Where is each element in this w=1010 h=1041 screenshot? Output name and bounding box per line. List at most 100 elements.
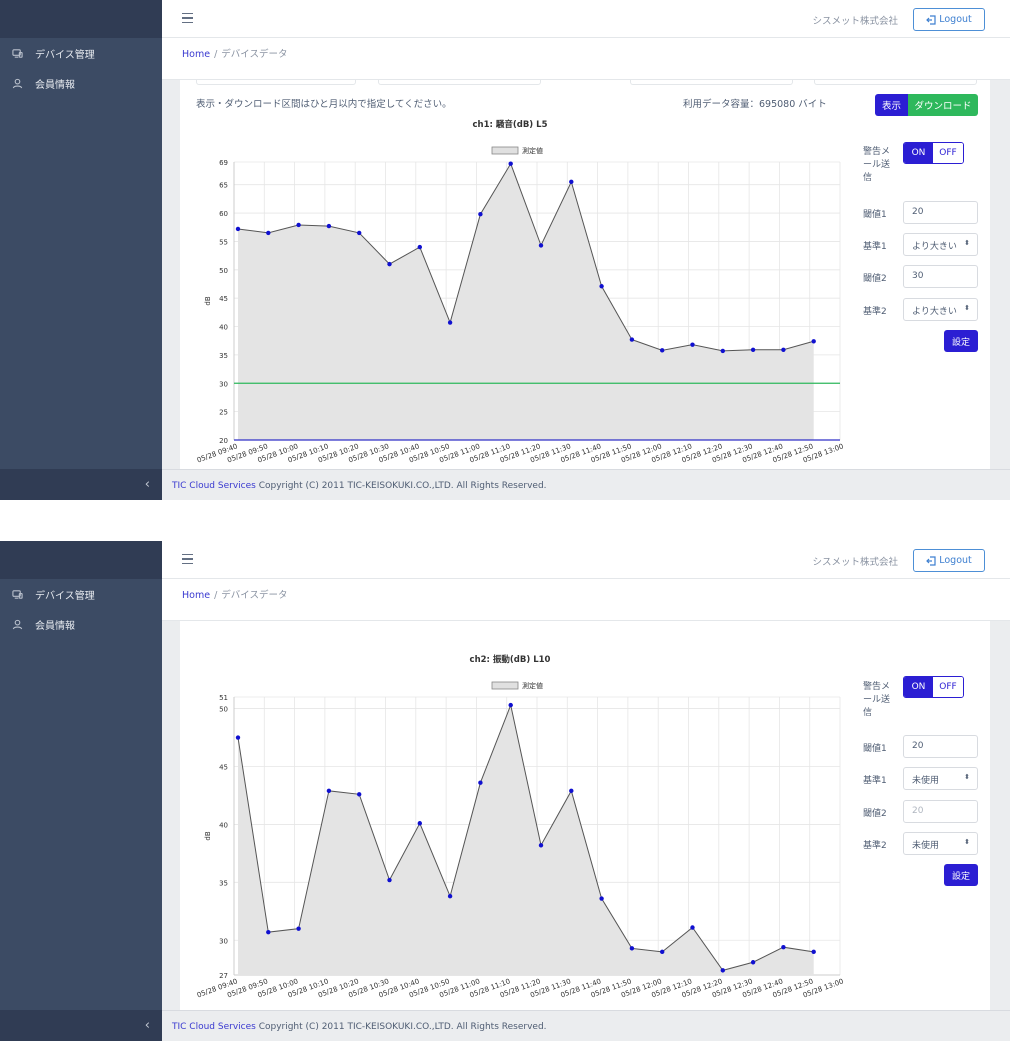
data-point xyxy=(538,843,544,848)
breadcrumb-separator: / xyxy=(214,590,218,601)
user-icon xyxy=(12,78,23,88)
toggle-off-button[interactable]: OFF xyxy=(933,677,963,697)
legend-label: 測定値 xyxy=(522,681,543,690)
sidebar: デバイス管理 会員情報 ‹ xyxy=(0,541,162,1041)
data-point xyxy=(569,179,574,185)
data-point xyxy=(508,161,513,166)
company-name: シスメット株式会社 xyxy=(812,557,898,568)
chart-legend: 測定値 xyxy=(491,146,543,155)
sidebar-item-member[interactable]: 会員情報 xyxy=(0,68,162,98)
data-point xyxy=(599,284,604,289)
toggle-on-button[interactable]: ON xyxy=(904,677,933,697)
sidebar-item-devices[interactable]: デバイス管理 xyxy=(0,38,162,68)
data-point xyxy=(750,960,756,965)
criteria2-select[interactable]: 未使用 ⬍ xyxy=(903,832,978,855)
range-notice: 表示・ダウンロード区間はひと月以内で指定してください。 xyxy=(196,99,452,110)
footer-link[interactable]: TIC Cloud Services xyxy=(172,481,256,491)
y-tick-label: 25 xyxy=(219,409,228,417)
criteria2-select[interactable]: より大きい ⬍ xyxy=(903,298,978,321)
sidebar-minimizer[interactable]: ‹ xyxy=(0,469,162,500)
show-button[interactable]: 表示 xyxy=(875,94,908,116)
threshold2-input[interactable]: 20 xyxy=(903,800,978,823)
logout-button[interactable]: Logout xyxy=(913,8,985,31)
y-tick-label: 60 xyxy=(219,210,228,218)
y-axis-label: dB xyxy=(204,296,212,305)
header: シスメット株式会社 Logout xyxy=(162,541,1010,579)
data-point xyxy=(660,348,665,353)
sidebar-item-devices[interactable]: デバイス管理 xyxy=(0,579,162,609)
breadcrumb-home-link[interactable]: Home xyxy=(182,590,210,601)
alert-toggle[interactable]: ON OFF xyxy=(903,142,964,164)
select-arrow-icon: ⬍ xyxy=(964,304,970,312)
select-arrow-icon: ⬍ xyxy=(964,773,970,781)
chart-title: ch1: 騒音(dB) L5 xyxy=(472,120,548,130)
data-point xyxy=(387,877,392,883)
header: シスメット株式会社 Logout xyxy=(162,0,1010,38)
date-input-end[interactable] xyxy=(630,80,793,85)
sidebar-item-label: デバイス管理 xyxy=(35,49,95,61)
data-point xyxy=(266,230,271,236)
logout-icon xyxy=(926,14,936,25)
data-point xyxy=(266,929,271,935)
threshold1-input[interactable]: 20 xyxy=(903,735,978,758)
footer: TIC Cloud Services Copyright (C) 2011 TI… xyxy=(162,469,1010,500)
data-point xyxy=(538,243,544,248)
set-button[interactable]: 設定 xyxy=(944,330,978,352)
criteria1-select[interactable]: より大きい ⬍ xyxy=(903,233,978,256)
data-point xyxy=(781,347,786,352)
chevron-left-icon: ‹ xyxy=(144,1018,150,1033)
y-tick-label: 40 xyxy=(219,324,228,332)
time-input-end[interactable] xyxy=(814,80,977,85)
time-input-start[interactable] xyxy=(378,80,541,85)
data-point xyxy=(599,896,604,901)
data-point xyxy=(629,946,635,951)
data-point xyxy=(690,925,695,930)
alert-mail-label: 警告メール送信 xyxy=(863,682,891,718)
legend-swatch xyxy=(491,146,519,155)
data-point xyxy=(660,949,665,955)
criteria1-select[interactable]: 未使用 ⬍ xyxy=(903,767,978,790)
data-point xyxy=(447,320,453,325)
action-button-group: 表示 ダウンロード xyxy=(875,94,978,116)
chart-title: ch2: 振動(dB) L10 xyxy=(469,655,551,665)
threshold2-input[interactable]: 30 xyxy=(903,265,978,288)
hamburger-icon[interactable] xyxy=(182,13,193,23)
y-tick-label: 45 xyxy=(219,764,228,772)
logout-button[interactable]: Logout xyxy=(913,549,985,572)
data-point xyxy=(690,342,695,347)
y-tick-label: 45 xyxy=(219,295,228,303)
logout-icon xyxy=(926,555,936,566)
data-point xyxy=(569,788,574,794)
breadcrumb: Home / デバイスデータ xyxy=(162,579,1010,621)
y-tick-label: 35 xyxy=(219,352,228,360)
data-point xyxy=(478,211,483,217)
breadcrumb-separator: / xyxy=(214,49,218,60)
y-axis-label: dB xyxy=(204,831,212,840)
data-point xyxy=(447,894,453,899)
data-point xyxy=(235,735,241,740)
sidebar-item-member[interactable]: 会員情報 xyxy=(0,609,162,639)
screen-frame-ch2: デバイス管理 会員情報 ‹ シスメット株式会社 Logout Home / デバイス… xyxy=(0,541,1010,1041)
set-button[interactable]: 設定 xyxy=(944,864,978,886)
download-button[interactable]: ダウンロード xyxy=(908,94,978,116)
devices-icon xyxy=(12,589,23,599)
threshold2-label: 閾値2 xyxy=(863,274,887,284)
date-input-start[interactable] xyxy=(196,80,356,85)
data-point xyxy=(629,337,635,342)
threshold1-input[interactable]: 20 xyxy=(903,201,978,224)
threshold1-label: 閾値1 xyxy=(863,210,887,220)
threshold2-label: 閾値2 xyxy=(863,809,887,819)
y-tick-label: 20 xyxy=(219,437,228,445)
footer-link[interactable]: TIC Cloud Services xyxy=(172,1022,256,1032)
sidebar-minimizer[interactable]: ‹ xyxy=(0,1010,162,1041)
sidebar-brand xyxy=(0,0,162,38)
alert-toggle[interactable]: ON OFF xyxy=(903,676,964,698)
alert-mail-label: 警告メール送信 xyxy=(863,147,891,183)
hamburger-icon[interactable] xyxy=(182,554,193,564)
toggle-off-button[interactable]: OFF xyxy=(933,143,963,163)
y-tick-label: 51 xyxy=(219,694,228,702)
toggle-on-button[interactable]: ON xyxy=(904,143,933,163)
y-tick-label: 30 xyxy=(219,937,228,945)
breadcrumb-home-link[interactable]: Home xyxy=(182,49,210,60)
vibration-chart: 測定値2730354045505105/28 09:4005/28 09:500… xyxy=(196,681,845,999)
